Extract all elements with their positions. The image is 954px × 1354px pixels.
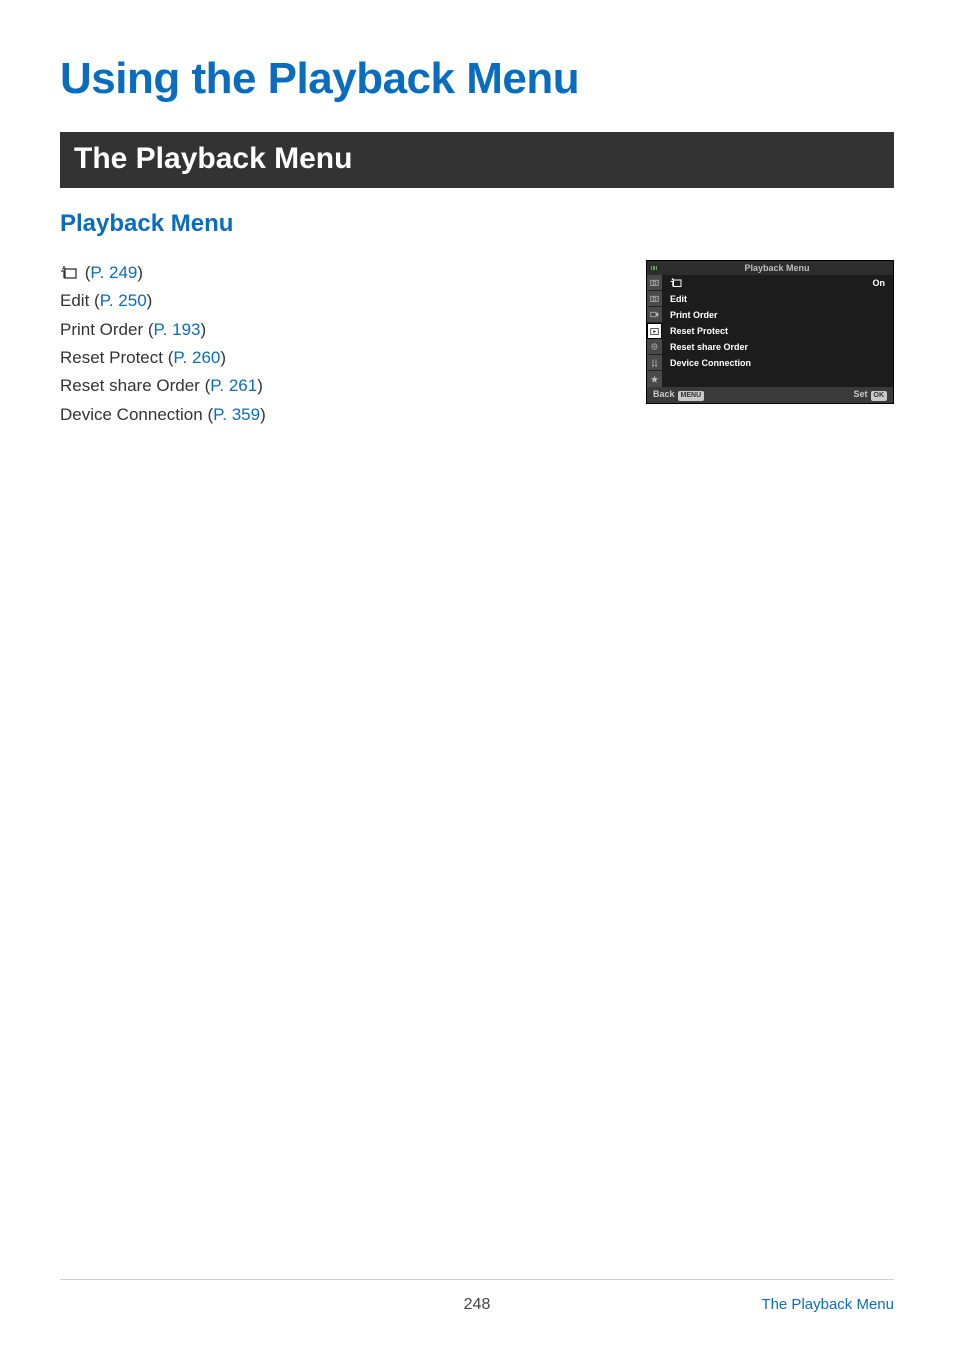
page-title: Using the Playback Menu [60, 54, 894, 104]
list-item: Reset Protect (P. 260) [60, 345, 266, 371]
panel-title: Playback Menu [661, 263, 893, 273]
star-icon[interactable] [647, 371, 662, 387]
list-item: Device Connection (P. 359) [60, 402, 266, 428]
video-icon[interactable] [647, 307, 662, 323]
panel-content: On Edit Print Order Reset Protect Reset … [662, 275, 893, 387]
battery-icon [647, 261, 661, 275]
side-tabs [647, 275, 662, 387]
panel-footer: BackMENU SetOK [647, 387, 893, 403]
camera2-icon[interactable] [647, 291, 662, 307]
rotate-icon [670, 278, 682, 288]
footer-link[interactable]: The Playback Menu [761, 1296, 894, 1313]
page-ref-link[interactable]: P. 249 [90, 263, 137, 282]
camera-menu-panel: Playback Menu [646, 260, 894, 404]
page-ref-link[interactable]: P. 261 [210, 376, 257, 395]
list-item: Reset share Order (P. 261) [60, 373, 266, 399]
page-ref-link[interactable]: P. 250 [100, 291, 147, 310]
panel-value: On [873, 278, 886, 288]
camera1-icon[interactable] [647, 275, 662, 291]
list-item: (P. 249) [60, 260, 266, 286]
panel-row-empty [662, 371, 893, 387]
list-item: Print Order (P. 193) [60, 317, 266, 343]
play-icon[interactable] [647, 323, 662, 339]
page-footer: 248 The Playback Menu [60, 1279, 894, 1314]
page-ref-link[interactable]: P. 193 [154, 320, 201, 339]
set-label[interactable]: SetOK [853, 389, 887, 401]
list-item: Edit (P. 250) [60, 288, 266, 314]
page-number: 248 [464, 1296, 491, 1314]
panel-row[interactable]: Reset share Order [662, 339, 893, 355]
panel-titlebar: Playback Menu [647, 261, 893, 275]
section-heading: The Playback Menu [60, 132, 894, 188]
subheading: Playback Menu [60, 210, 894, 238]
setup-icon[interactable] [647, 355, 662, 371]
gear-icon[interactable] [647, 339, 662, 355]
menu-list: (P. 249) Edit (P. 250) Print Order (P. 1… [60, 260, 266, 430]
panel-row[interactable]: On [662, 275, 893, 291]
ok-badge: OK [871, 391, 888, 401]
panel-row[interactable]: Edit [662, 291, 893, 307]
back-label[interactable]: BackMENU [653, 389, 704, 401]
panel-row[interactable]: Device Connection [662, 355, 893, 371]
panel-row[interactable]: Print Order [662, 307, 893, 323]
rotate-icon [60, 266, 78, 280]
menu-badge: MENU [678, 391, 705, 401]
panel-row[interactable]: Reset Protect [662, 323, 893, 339]
page-ref-link[interactable]: P. 260 [173, 348, 220, 367]
page-ref-link[interactable]: P. 359 [213, 405, 260, 424]
